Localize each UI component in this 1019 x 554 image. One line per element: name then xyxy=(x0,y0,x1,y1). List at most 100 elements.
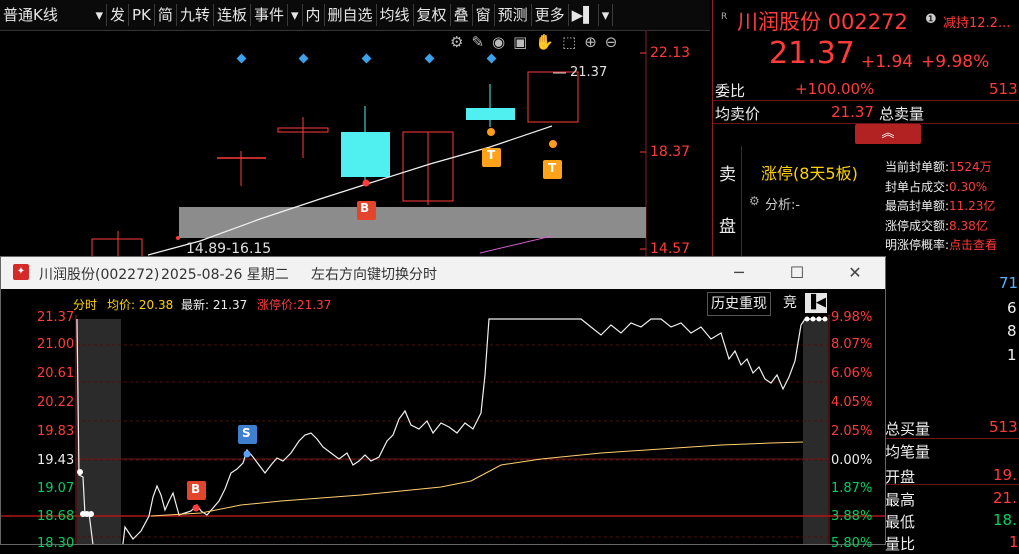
y-right-label: 8.07% xyxy=(831,337,873,352)
stat-value: 1524万 xyxy=(949,160,992,174)
chevron-down-icon[interactable]: ▾ xyxy=(599,4,614,26)
toolbar-item-window[interactable]: 窗 xyxy=(473,4,495,26)
price-axis-bottom: 14.57 xyxy=(650,241,691,257)
chart-tools: ⚙ ✎ ◉ ▣ ✋ ⬚ ⊕ ⊖ xyxy=(450,33,617,51)
chevron-down-icon[interactable]: ▾ xyxy=(288,4,303,26)
y-right-label: 4.05% xyxy=(831,395,873,410)
toolbar-item-overlay[interactable]: 叠 xyxy=(451,4,473,26)
y-right-label: 0.00% xyxy=(831,453,873,468)
gridlines xyxy=(76,344,829,538)
minimize-icon[interactable]: ─ xyxy=(727,261,751,285)
y-left-label: 18.30 xyxy=(37,536,75,551)
auction-shade xyxy=(77,319,121,544)
frame-icon[interactable]: ⬚ xyxy=(562,33,576,51)
y-left-label: 20.61 xyxy=(37,366,75,381)
maximize-icon[interactable]: ☐ xyxy=(785,261,809,285)
collapse-right-icon[interactable]: ▶▌ xyxy=(569,4,599,26)
avg-sell-label: 均卖价 xyxy=(715,105,761,123)
event-diamond-icon[interactable] xyxy=(486,53,497,64)
auction-dots xyxy=(77,316,828,517)
close-icon[interactable]: ✕ xyxy=(843,261,867,285)
analysis-text[interactable]: 分析:- xyxy=(765,194,800,213)
t-marker-label: T xyxy=(487,148,496,162)
total-buy-value: 513 xyxy=(989,418,1018,436)
total-buy-label: 总买量 xyxy=(885,420,931,438)
popup-titlebar[interactable]: ✦ 川润股份(002272) 2025-08-26 星期二 左右方向键切换分时 … xyxy=(1,257,885,289)
chart-toolbar: 普通K线 ▾ 发 PK 简 九转 连板 事件 ▾ 内 删自选 均线 复权 叠 窗… xyxy=(0,0,710,31)
open-value: 19. xyxy=(993,466,1017,484)
bag-icon[interactable]: ▣ xyxy=(513,33,527,51)
toolbar-item-delete-watchlist[interactable]: 删自选 xyxy=(325,4,377,26)
notice-text[interactable]: 减持12.2... xyxy=(943,12,1010,31)
y-right-label: 9.98% xyxy=(831,310,873,325)
y-right-label: 2.05% xyxy=(831,424,873,439)
per-trade-label: 均笔量 xyxy=(885,443,931,461)
buy-dot-icon xyxy=(192,504,200,512)
toolbar-item-ma[interactable]: 均线 xyxy=(377,4,414,26)
intraday-label: 分时 xyxy=(73,298,98,312)
low-value: 18. xyxy=(993,511,1017,529)
kline-type-select[interactable]: 普通K线 ▾ xyxy=(0,4,107,26)
event-markers[interactable] xyxy=(236,53,497,64)
zoom-in-icon[interactable]: ⊕ xyxy=(584,33,597,51)
toolbar-item-nei[interactable]: 内 xyxy=(303,4,325,26)
toolbar-item-fa[interactable]: 发 xyxy=(107,4,130,26)
toolbar-item-forecast[interactable]: 预测 xyxy=(495,4,532,26)
zoom-out-icon[interactable]: ⊖ xyxy=(605,33,618,51)
kline-type-label: 普通K线 xyxy=(3,6,58,24)
collapse-left-icon[interactable]: ▐◀ xyxy=(805,293,827,313)
event-diamond-icon[interactable] xyxy=(424,53,435,64)
chevron-down-icon: ▾ xyxy=(95,6,103,24)
stat-row[interactable]: 明涨停概率:点击查看 xyxy=(885,236,1019,256)
hand-icon[interactable]: ✋ xyxy=(535,33,554,51)
queue-count: 71 xyxy=(999,274,1019,292)
event-diamond-icon[interactable] xyxy=(298,53,309,64)
toolbar-item-more[interactable]: 更多 xyxy=(532,4,569,26)
stat-label: 最高封单额: xyxy=(885,199,950,213)
toolbar-item-jiuzhuan[interactable]: 九转 xyxy=(177,4,214,26)
event-diamond-icon[interactable] xyxy=(361,53,372,64)
last-price-label: 21.37 xyxy=(570,65,608,80)
y-left-label: 20.22 xyxy=(37,395,75,410)
stat-row: 封单占成交:0.30% xyxy=(885,178,1019,198)
auction-button[interactable]: 竞 xyxy=(781,292,799,314)
history-replay-button[interactable]: 历史重现 xyxy=(707,292,771,316)
volume-ratio-label: 量比 xyxy=(885,535,916,553)
app-logo-icon: ✦ xyxy=(13,264,29,280)
pen-icon[interactable]: ✎ xyxy=(471,33,484,51)
stock-name-code[interactable]: 川润股份 002272 xyxy=(737,6,908,36)
avg-price-label: 均价: 20.38 xyxy=(107,298,174,312)
y-left-label: 18.68 xyxy=(37,509,75,524)
y-right-label: 6.06% xyxy=(831,366,873,381)
queue-count: 1 xyxy=(1007,346,1017,364)
probability-link[interactable]: 点击查看 xyxy=(949,238,997,252)
expand-up-button[interactable]: ︽ xyxy=(855,124,921,144)
stat-value: 8.38亿 xyxy=(949,218,988,233)
intraday-popup[interactable]: ✦ 川润股份(002272) 2025-08-26 星期二 左右方向键切换分时 … xyxy=(0,256,886,551)
toolbar-item-pk[interactable]: PK xyxy=(129,4,155,26)
toolbar-item-event[interactable]: 事件 xyxy=(251,4,288,26)
event-diamond-icon[interactable] xyxy=(236,53,247,64)
eye-icon[interactable]: ◉ xyxy=(492,33,505,51)
y-left-label: 19.07 xyxy=(37,481,75,496)
stat-value: 0.30% xyxy=(949,179,988,194)
latest-price-label: 最新: 21.37 xyxy=(181,298,248,312)
y-left-label: 21.37 xyxy=(37,310,75,325)
notice-icon[interactable]: ❶ xyxy=(925,12,937,27)
toolbar-item-lianban[interactable]: 连板 xyxy=(214,4,251,26)
candle xyxy=(341,132,390,177)
open-label: 开盘 xyxy=(885,468,916,486)
r-icon: R xyxy=(721,12,728,22)
sell-dot-icon xyxy=(243,450,251,458)
y-left-label: 19.83 xyxy=(37,424,75,439)
settings-icon[interactable]: ⚙ xyxy=(450,33,463,51)
toolbar-item-jian[interactable]: 简 xyxy=(155,4,177,26)
range-label: 14.89-16.15 xyxy=(186,241,272,257)
t-marker-label: T xyxy=(548,161,557,175)
toolbar-item-adjust[interactable]: 复权 xyxy=(414,4,451,26)
stat-row: 当前封单额:1524万 xyxy=(885,158,1019,178)
candle xyxy=(466,108,515,120)
popup-title-date: 2025-08-26 星期二 xyxy=(161,267,289,283)
intraday-chart[interactable] xyxy=(1,315,885,544)
sell-side-label: 卖 xyxy=(719,165,736,185)
